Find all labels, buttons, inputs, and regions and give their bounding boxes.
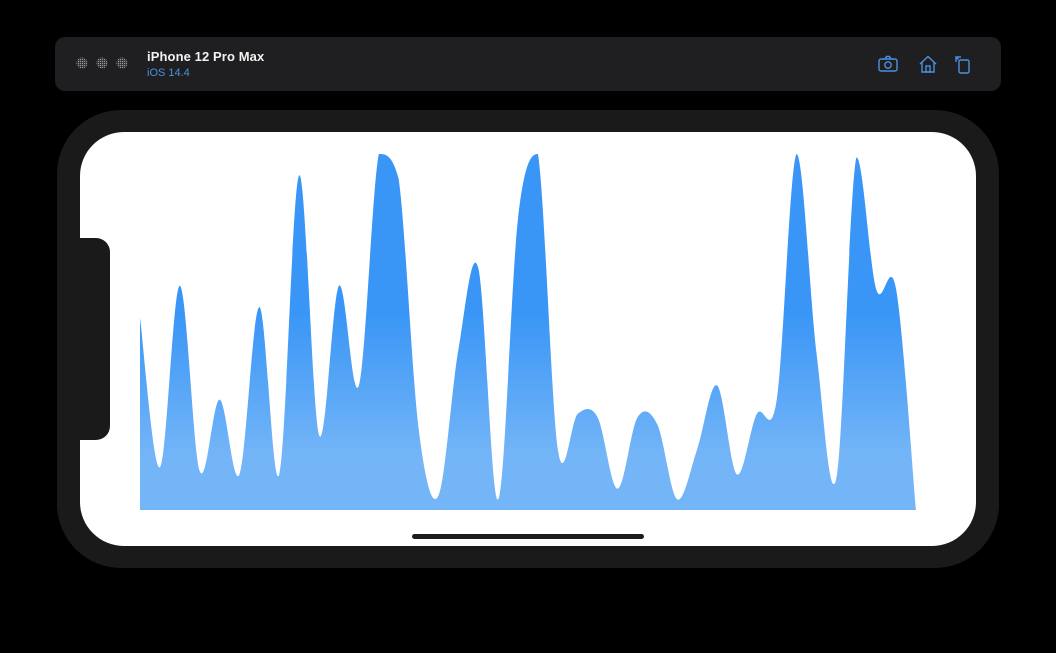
home-indicator[interactable] (412, 534, 644, 539)
area-series (140, 154, 916, 510)
area-chart (140, 154, 916, 510)
hatched-circle-icon (76, 57, 88, 69)
home-icon (919, 55, 937, 73)
screenshot-button[interactable] (877, 53, 899, 75)
rotate-icon (955, 56, 970, 74)
simulator-toolbar: iPhone 12 Pro Max iOS 14.4 (55, 37, 1001, 91)
device-name: iPhone 12 Pro Max (147, 49, 265, 64)
hatched-circle-icon (116, 57, 128, 69)
hatched-circle-icon (96, 57, 108, 69)
sensor-housing (79, 238, 110, 440)
close-window-button[interactable] (76, 57, 88, 69)
device-screen (80, 132, 976, 546)
os-version: iOS 14.4 (147, 67, 190, 79)
minimize-window-button[interactable] (96, 57, 108, 69)
rotate-button[interactable] (952, 53, 974, 75)
zoom-window-button[interactable] (116, 57, 128, 69)
home-button[interactable] (917, 53, 939, 75)
camera-icon (878, 55, 898, 72)
